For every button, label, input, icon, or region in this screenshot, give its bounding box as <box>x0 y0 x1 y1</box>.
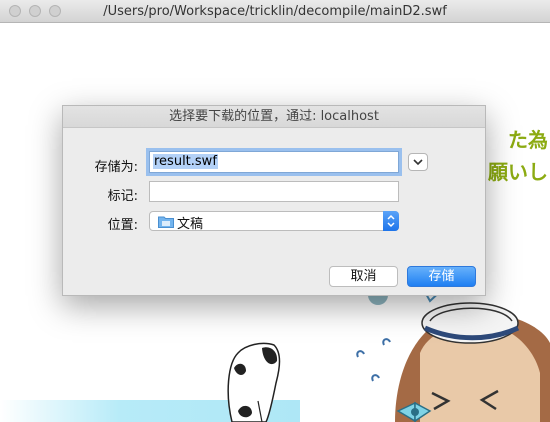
save-dialog: 选择要下载的位置，通过: localhost 存储为: result.swf 标… <box>62 105 486 296</box>
save-as-value: result.swf <box>153 154 218 169</box>
up-down-arrows-icon <box>383 211 399 231</box>
location-value: 文稿 <box>177 217 204 232</box>
location-popup[interactable]: 文稿 <box>149 211 399 232</box>
save-as-label: 存储为: <box>94 160 138 175</box>
window-titlebar: /Users/pro/Workspace/tricklin/decompile/… <box>0 0 550 23</box>
tags-label: 标记: <box>107 189 138 204</box>
dialog-title: 选择要下载的位置，通过: localhost <box>63 106 485 128</box>
where-label: 位置: <box>107 218 138 233</box>
window-title: /Users/pro/Workspace/tricklin/decompile/… <box>103 4 447 19</box>
tags-field[interactable] <box>149 181 399 202</box>
cancel-button[interactable]: 取消 <box>329 266 398 287</box>
expand-dialog-button[interactable] <box>408 153 428 171</box>
save-button[interactable]: 存储 <box>407 266 476 287</box>
chevron-down-icon <box>413 159 423 166</box>
folder-icon <box>158 216 174 228</box>
save-as-field[interactable]: result.swf <box>149 151 399 173</box>
